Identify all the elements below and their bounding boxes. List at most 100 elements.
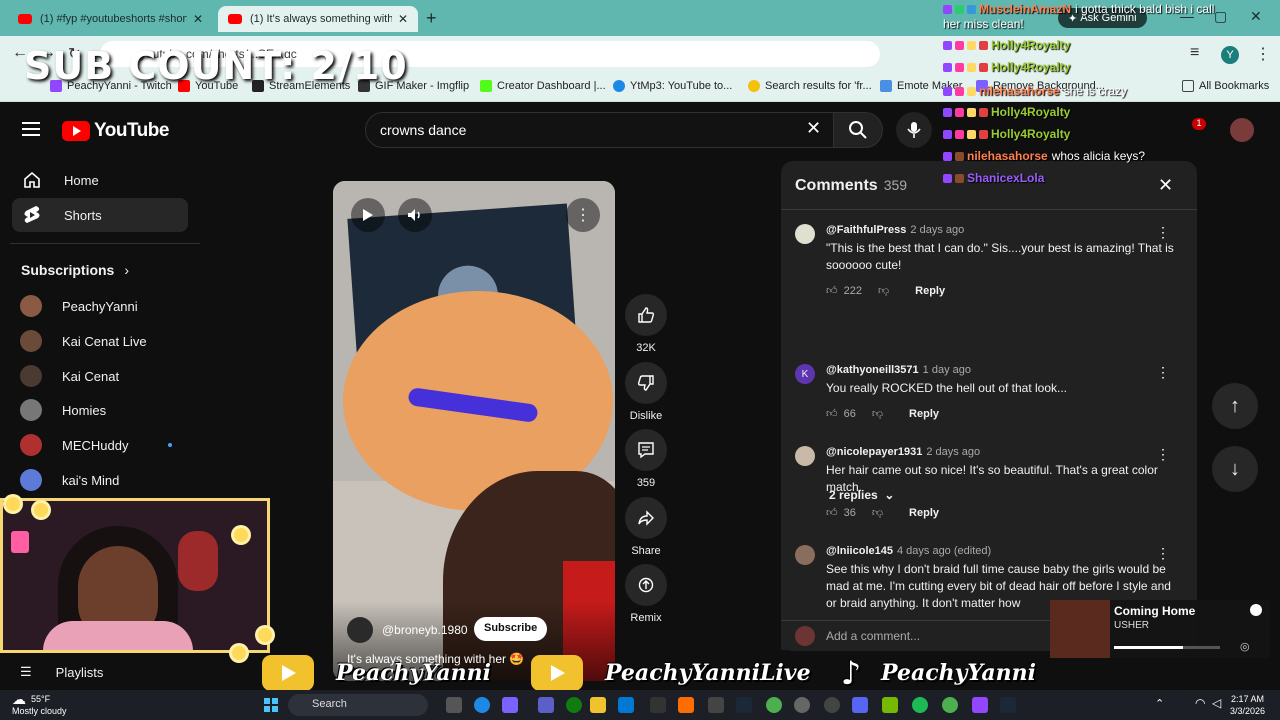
sidebar-subscription[interactable]: MECHuddy	[20, 431, 200, 459]
menu-icon[interactable]	[22, 122, 40, 136]
dislike-action[interactable]: Dislike	[624, 362, 668, 422]
close-comments-icon[interactable]: ✕	[1158, 175, 1173, 196]
browser-tab-active[interactable]: (1) It's always something with h ✕	[218, 6, 418, 32]
comments-action[interactable]: 359	[624, 429, 668, 489]
steam-icon[interactable]	[736, 697, 752, 713]
profile-avatar[interactable]: Y	[1221, 46, 1239, 64]
comment-dislike-icon[interactable]: 👎︎	[878, 284, 889, 297]
comment-more-icon[interactable]: ⋮	[1156, 545, 1170, 562]
app-icon[interactable]	[824, 697, 840, 713]
chrome-menu-icon[interactable]: ⋮	[1255, 44, 1271, 64]
maximize-icon[interactable]: ▢	[1214, 8, 1227, 25]
sidebar-item-shorts[interactable]: Shorts	[12, 198, 188, 232]
copilot-icon[interactable]	[502, 697, 518, 713]
close-tab-icon[interactable]: ✕	[193, 12, 203, 26]
commenter-avatar[interactable]: K	[795, 364, 815, 384]
comment-more-icon[interactable]: ⋮	[1156, 224, 1170, 241]
mail-icon[interactable]	[650, 697, 666, 713]
clear-search-icon[interactable]: ✕	[806, 118, 821, 139]
remix-button[interactable]	[625, 564, 667, 606]
volume-tray-icon[interactable]: ◁	[1212, 696, 1221, 710]
taskbar-search[interactable]: Search	[288, 694, 428, 716]
sidebar-subscription[interactable]: kai's Mind	[20, 466, 200, 494]
sidebar-subscription[interactable]: Homies	[20, 396, 200, 424]
subscribe-button[interactable]: Subscribe	[474, 617, 548, 641]
short-video-player[interactable]	[333, 181, 615, 681]
search-input[interactable]: crowns dance	[365, 112, 835, 148]
bookmark-item[interactable]: YtMp3: YouTube to...	[613, 80, 732, 92]
comment-author[interactable]: @nicolepayer1931	[826, 446, 922, 458]
dislike-button[interactable]	[625, 362, 667, 404]
video-more-options-button[interactable]: ⋮	[566, 198, 600, 232]
remix-action[interactable]: Remix	[624, 564, 668, 624]
reply-button[interactable]: Reply	[909, 408, 939, 420]
comment-like-icon[interactable]: 👍︎	[826, 506, 838, 519]
sidebar-subscription[interactable]: Kai Cenat Live	[20, 327, 200, 355]
share-action[interactable]: Share	[624, 497, 668, 557]
sidebar-item-playlists[interactable]: ☰ Playlists	[20, 664, 103, 680]
previous-short-button[interactable]: ↑	[1212, 383, 1258, 429]
webcam-streamer-shirt	[43, 621, 193, 650]
search-button[interactable]	[833, 112, 883, 148]
like-action[interactable]: 32K	[624, 294, 668, 354]
steam-icon[interactable]	[1000, 697, 1016, 713]
comment-like-icon[interactable]: 👍︎	[826, 407, 838, 420]
comment-like-icon[interactable]: 👍︎	[826, 284, 838, 297]
bookmark-item[interactable]: Creator Dashboard |...	[480, 80, 606, 92]
subscriptions-heading[interactable]: Subscriptions ›	[21, 262, 129, 278]
nvidia-icon[interactable]	[882, 697, 898, 713]
chrome-profile-icon[interactable]	[942, 697, 958, 713]
spotify-icon[interactable]	[912, 697, 928, 713]
taskbar-clock[interactable]: 2:17 AM 3/3/2026	[1230, 693, 1265, 717]
reply-button[interactable]: Reply	[915, 285, 945, 297]
comment-author[interactable]: @kathyoneill3571	[826, 364, 919, 376]
account-avatar[interactable]	[1230, 118, 1254, 142]
edge-icon[interactable]	[474, 697, 490, 713]
commenter-avatar[interactable]	[795, 545, 815, 565]
voice-search-button[interactable]	[896, 112, 932, 148]
task-view-icon[interactable]	[446, 697, 462, 713]
chat-username: ShanicexLola	[967, 171, 1045, 185]
wifi-icon[interactable]: ◠	[1195, 696, 1205, 710]
sidebar-item-home[interactable]: Home	[12, 163, 188, 197]
xbox-icon[interactable]	[566, 697, 582, 713]
commenter-avatar[interactable]	[795, 446, 815, 466]
commenter-avatar[interactable]	[795, 224, 815, 244]
comment-dislike-icon[interactable]: 👎︎	[872, 407, 883, 420]
comments-button[interactable]	[625, 429, 667, 471]
next-short-button[interactable]: ↓	[1212, 446, 1258, 492]
youtube-logo[interactable]: YouTube	[62, 120, 169, 142]
comment-author[interactable]: @FaithfulPress	[826, 224, 906, 236]
all-bookmarks[interactable]: All Bookmarks	[1182, 80, 1269, 92]
window-close-icon[interactable]: ✕	[1250, 8, 1262, 25]
bookmark-item[interactable]: Search results for 'fr...	[748, 80, 872, 92]
app-icon[interactable]	[678, 697, 694, 713]
new-tab-icon[interactable]: +	[426, 8, 437, 29]
file-explorer-icon[interactable]	[590, 697, 606, 713]
windows-start-icon[interactable]	[264, 698, 278, 712]
twitch-icon[interactable]	[972, 697, 988, 713]
short-channel[interactable]: @broneyb.1980	[347, 617, 468, 643]
comment-more-icon[interactable]: ⋮	[1156, 446, 1170, 463]
browser-tab[interactable]: (1) #fyp #youtubeshorts #short ✕	[8, 6, 213, 32]
close-tab-icon[interactable]: ✕	[398, 12, 408, 26]
chrome-icon[interactable]	[766, 697, 782, 713]
reply-button[interactable]: Reply	[909, 507, 939, 519]
discord-icon[interactable]	[852, 697, 868, 713]
volume-button[interactable]	[398, 198, 432, 232]
tray-chevron-icon[interactable]: ⌃	[1155, 697, 1164, 710]
media-controls-icon[interactable]: ≡	[1190, 44, 1199, 62]
weather-widget[interactable]: ☁ 55°F Mostly cloudy	[12, 692, 67, 717]
app-icon[interactable]	[708, 697, 724, 713]
share-button[interactable]	[625, 497, 667, 539]
obs-icon[interactable]	[794, 697, 810, 713]
like-button[interactable]	[625, 294, 667, 336]
teams-icon[interactable]	[538, 697, 554, 713]
sidebar-subscription[interactable]: PeachyYanni	[20, 292, 200, 320]
comment-dislike-icon[interactable]: 👎︎	[872, 506, 883, 519]
comment-more-icon[interactable]: ⋮	[1156, 364, 1170, 381]
play-button[interactable]	[351, 198, 385, 232]
store-icon[interactable]	[618, 697, 634, 713]
sidebar-subscription[interactable]: Kai Cenat	[20, 362, 200, 390]
comment-author[interactable]: @lniicole145	[826, 545, 893, 557]
